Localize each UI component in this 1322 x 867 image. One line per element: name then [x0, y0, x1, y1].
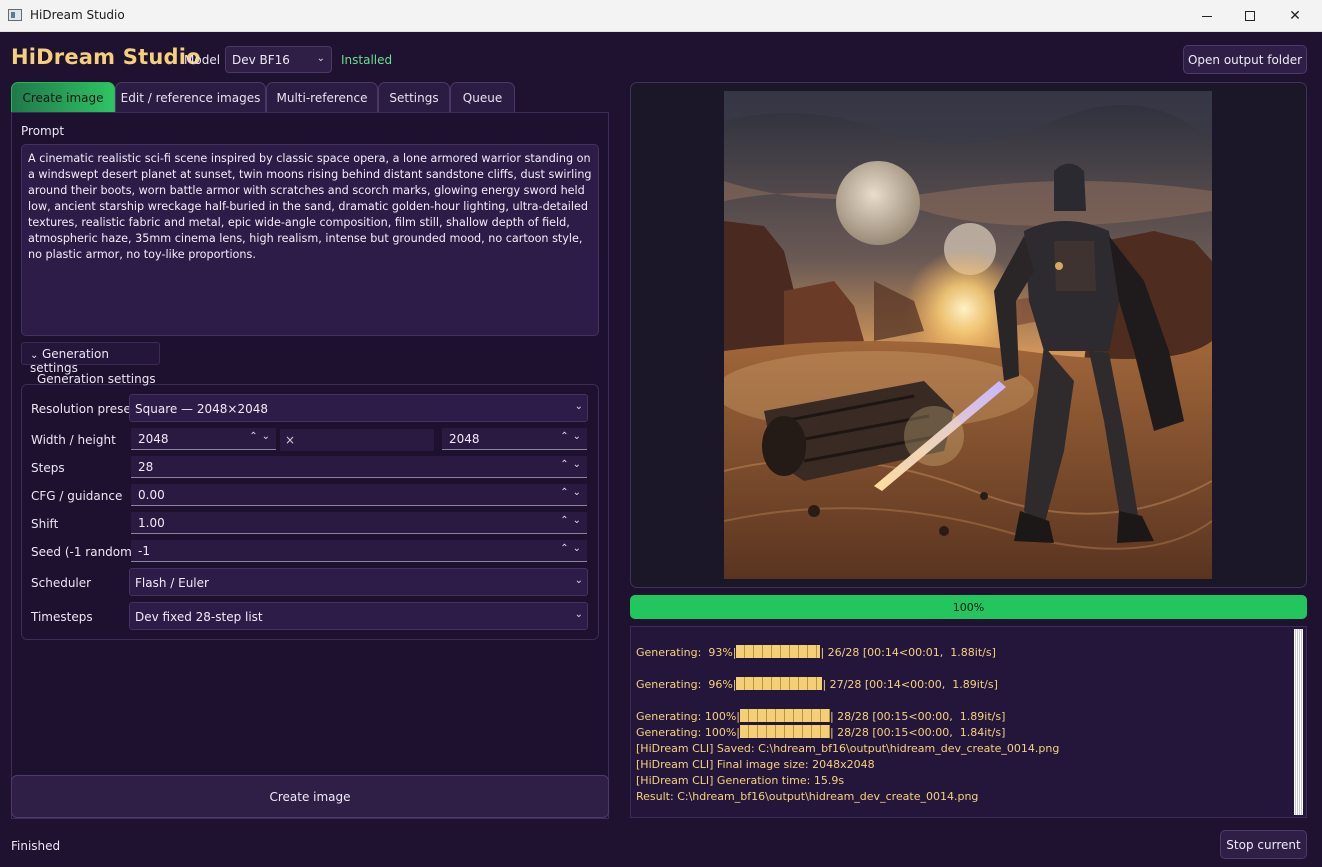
shift-label: Shift: [31, 517, 59, 531]
spin-arrows-icon[interactable]: ⌃⌄: [249, 431, 274, 442]
scheduler-label: Scheduler: [31, 576, 92, 590]
chevron-down-icon: ⌄: [574, 575, 583, 586]
maximize-icon: [1245, 11, 1255, 21]
window-titlebar: HiDream Studio ✕: [0, 0, 1322, 32]
window-title: HiDream Studio: [30, 8, 125, 22]
log-line: Generating: 96%| | 27/28 [00:14<00:00, 1.…: [636, 677, 1306, 693]
resolution-preset-label: Resolution preset: [31, 402, 136, 416]
minimize-icon: [1202, 15, 1212, 17]
app-brand: HiDream Studio: [11, 45, 201, 69]
scheduler-value: Flash / Euler: [135, 576, 209, 590]
resolution-preset-value: Square — 2048×2048: [135, 402, 269, 416]
close-button[interactable]: ✕: [1272, 0, 1318, 32]
log-line: [HiDream CLI] Final image size: 2048x204…: [636, 757, 1306, 773]
status-text: Finished: [11, 839, 61, 853]
steps-input[interactable]: 28 ⌃⌄: [131, 456, 587, 478]
log-progress-bar: [739, 709, 830, 722]
height-value: 2048: [449, 432, 480, 446]
width-value: 2048: [138, 432, 169, 446]
resolution-preset-select[interactable]: Square — 2048×2048 ⌄: [129, 394, 588, 422]
log-output[interactable]: Generating: 93%| | 26/28 [00:14<00:01, 1.…: [630, 626, 1307, 818]
steps-label: Steps: [31, 461, 65, 475]
log-progress-bar: [736, 645, 821, 658]
spin-arrows-icon[interactable]: ⌃⌄: [560, 431, 585, 442]
width-height-label: Width / height: [31, 433, 116, 447]
minimize-button[interactable]: [1184, 0, 1230, 32]
log-line-prefix: Generating: 93%|: [636, 646, 737, 659]
spin-arrows-icon[interactable]: ⌃⌄: [560, 459, 585, 470]
shift-value: 1.00: [138, 516, 165, 530]
chevron-down-icon: ⌄: [574, 609, 583, 620]
times-sign: ×: [285, 433, 296, 447]
steps-value: 28: [138, 460, 154, 474]
tab-multi-reference[interactable]: Multi-reference: [266, 82, 378, 113]
log-line: [HiDream CLI] Saved: C:\hdream_bf16\outp…: [636, 741, 1306, 757]
log-progress-bar: [739, 725, 830, 738]
cfg-label: CFG / guidance: [31, 489, 123, 503]
model-label: Model: [184, 53, 221, 67]
log-line-text: [HiDream CLI] Final image size: 2048x204…: [636, 758, 875, 771]
model-select[interactable]: Dev BF16 ⌄: [225, 46, 332, 73]
stop-current-button[interactable]: Stop current: [1220, 830, 1307, 859]
height-input[interactable]: 2048 ⌃⌄: [442, 428, 587, 450]
chevron-down-icon: ⌄: [30, 350, 39, 361]
maximize-button[interactable]: [1227, 0, 1273, 32]
log-line-prefix: Generating: 100%|: [636, 710, 740, 723]
spin-arrows-icon[interactable]: ⌃⌄: [560, 487, 585, 498]
seed-value: -1: [138, 544, 150, 558]
log-line: Generating: 100%| | 28/28 [00:15<00:00, 1…: [636, 709, 1306, 725]
scheduler-select[interactable]: Flash / Euler ⌄: [129, 568, 588, 596]
chevron-down-icon: ⌄: [574, 401, 583, 412]
log-lines: Generating: 93%| | 26/28 [00:14<00:01, 1.…: [636, 645, 1306, 805]
log-line-suffix: | 27/28 [00:14<00:00, 1.89it/s]: [822, 678, 998, 691]
log-line-text: [HiDream CLI] Saved: C:\hdream_bf16\outp…: [636, 742, 1060, 755]
tab-settings[interactable]: Settings: [378, 82, 450, 113]
seed-input[interactable]: -1 ⌃⌄: [131, 540, 587, 562]
log-line-text: Result: C:\hdream_bf16\output\hidream_de…: [636, 790, 979, 803]
seed-label: Seed (-1 random): [31, 545, 137, 559]
log-line-prefix: Generating: 96%|: [636, 678, 737, 691]
cfg-input[interactable]: 0.00 ⌃⌄: [131, 484, 587, 506]
prompt-label: Prompt: [21, 124, 65, 138]
log-line-text: [HiDream CLI] Generation time: 15.9s: [636, 774, 845, 787]
log-line-suffix: | 28/28 [00:15<00:00, 1.89it/s]: [829, 710, 1006, 723]
log-line-suffix: | 28/28 [00:15<00:00, 1.84it/s]: [829, 726, 1006, 739]
app-icon: [8, 9, 22, 21]
width-height-separator: [280, 429, 434, 451]
width-input[interactable]: 2048 ⌃⌄: [131, 428, 276, 450]
progress-label: 100%: [952, 600, 985, 614]
model-select-value: Dev BF16: [232, 53, 290, 67]
log-line-suffix: | 26/28 [00:14<00:01, 1.88it/s]: [820, 646, 996, 659]
generated-image: [724, 91, 1212, 579]
log-progress-bar: [736, 677, 823, 690]
log-line: Generating: 100%| | 28/28 [00:15<00:00, 1…: [636, 725, 1306, 741]
log-scrollbar[interactable]: [1294, 629, 1303, 815]
timesteps-label: Timesteps: [31, 610, 93, 624]
open-output-folder-button[interactable]: Open output folder: [1183, 45, 1307, 74]
spin-arrows-icon[interactable]: ⌃⌄: [560, 543, 585, 554]
model-status: Installed: [341, 53, 393, 67]
tab-create-image[interactable]: Create image: [11, 82, 115, 113]
log-line: [HiDream CLI] Generation time: 15.9s: [636, 773, 1306, 789]
timesteps-select[interactable]: Dev fixed 28-step list ⌄: [129, 602, 588, 630]
chevron-down-icon: ⌄: [316, 53, 325, 64]
create-image-button[interactable]: Create image: [11, 775, 609, 818]
generation-settings-title: Generation settings: [37, 372, 156, 386]
timesteps-value: Dev fixed 28-step list: [135, 610, 263, 624]
tab-queue[interactable]: Queue: [450, 82, 515, 113]
log-line: Generating: 93%| | 26/28 [00:14<00:01, 1.…: [636, 645, 1306, 661]
progress-bar: 100%: [630, 595, 1307, 619]
log-line-prefix: Generating: 100%|: [636, 726, 740, 739]
spin-arrows-icon[interactable]: ⌃⌄: [560, 515, 585, 526]
cfg-value: 0.00: [138, 488, 165, 502]
generation-settings-toggle[interactable]: ⌄ Generation settings: [21, 342, 160, 375]
prompt-input[interactable]: A cinematic realistic sci-fi scene inspi…: [21, 144, 599, 336]
log-line: Result: C:\hdream_bf16\output\hidream_de…: [636, 789, 1306, 805]
tab-edit-reference-images[interactable]: Edit / reference images: [115, 82, 266, 113]
shift-input[interactable]: 1.00 ⌃⌄: [131, 512, 587, 534]
close-icon: ✕: [1289, 8, 1301, 24]
